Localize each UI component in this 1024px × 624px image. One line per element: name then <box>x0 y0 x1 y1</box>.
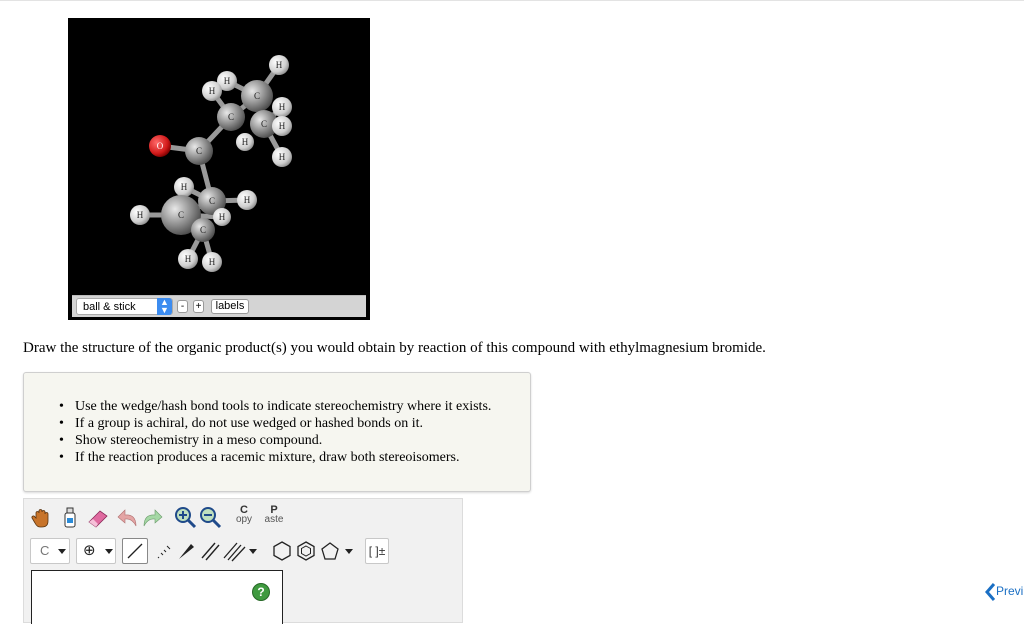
undo-icon <box>117 509 137 527</box>
clear-bottle-icon <box>64 507 76 528</box>
svg-text:O: O <box>157 141 164 151</box>
zoom-out-button[interactable] <box>198 505 222 529</box>
svg-text:H: H <box>185 254 192 264</box>
eraser-button[interactable] <box>86 506 110 530</box>
top-divider <box>0 0 1024 1</box>
previous-link[interactable]: Previ <box>984 582 1023 602</box>
chevron-down-icon <box>58 549 66 554</box>
svg-text:H: H <box>276 60 283 70</box>
hash-bond-icon <box>157 545 171 559</box>
wedge-bond-icon <box>179 544 194 559</box>
svg-text:C: C <box>196 146 202 156</box>
paste-label-bottom: aste <box>264 514 284 525</box>
list-item: Show stereochemistry in a meso compound. <box>59 432 491 449</box>
copy-label-bottom: opy <box>235 514 253 525</box>
triple-bond-icon <box>223 542 246 562</box>
svg-text:C: C <box>261 119 267 129</box>
svg-text:C: C <box>200 225 206 235</box>
cyclohexane-icon <box>273 541 291 561</box>
drawing-canvas[interactable]: ? <box>31 570 283 624</box>
redo-button[interactable] <box>140 506 164 530</box>
svg-text:H: H <box>181 182 188 192</box>
chevron-down-icon <box>105 549 113 554</box>
previous-label: Previ <box>996 584 1024 599</box>
element-selector[interactable]: C <box>30 538 70 564</box>
charge-selector[interactable]: ⊕ <box>76 538 116 564</box>
zoom-out-mini-button[interactable]: - <box>177 300 188 313</box>
benzene-tool[interactable] <box>294 539 318 563</box>
help-button[interactable]: ? <box>252 583 270 601</box>
display-style-value: ball & stick <box>83 301 136 313</box>
copy-button[interactable]: C opy <box>233 505 255 529</box>
viewer-controls: ball & stick ▲ ▼ - + labels <box>72 295 366 317</box>
svg-text:H: H <box>279 152 286 162</box>
chevron-down-icon <box>249 549 257 554</box>
double-bond-icon <box>201 542 220 561</box>
svg-text:H: H <box>209 257 216 267</box>
svg-text:H: H <box>137 210 144 220</box>
clear-all-button[interactable] <box>58 505 82 529</box>
svg-text:H: H <box>244 195 251 205</box>
molecule-viewer[interactable]: O C C C C C C C H H H H H H H H H H H H … <box>68 18 370 320</box>
eraser-icon <box>88 510 108 528</box>
element-label: C <box>40 543 50 558</box>
bracket-tool[interactable]: [ ]± <box>365 538 389 564</box>
chevron-down-icon <box>345 549 353 554</box>
instructions-box: Use the wedge/hash bond tools to indicat… <box>23 372 531 492</box>
molecule-model[interactable]: O C C C C C C C H H H H H H H H H H H H … <box>69 19 369 295</box>
cyclopentane-icon <box>321 542 339 560</box>
paste-button[interactable]: P aste <box>261 505 287 529</box>
hand-tool-button[interactable] <box>30 506 54 530</box>
select-arrows-icon: ▲ ▼ <box>157 298 172 315</box>
double-bond-tool[interactable] <box>198 539 222 563</box>
zoom-in-mini-button[interactable]: + <box>193 300 204 313</box>
redo-icon <box>143 509 163 527</box>
single-bond-icon <box>127 543 143 559</box>
single-bond-tool[interactable] <box>122 538 148 564</box>
wedge-bond-tool[interactable] <box>174 539 198 563</box>
list-item: If a group is achiral, do not use wedged… <box>59 415 491 432</box>
cyclohexane-tool[interactable] <box>270 539 294 563</box>
svg-text:C: C <box>209 196 215 206</box>
svg-text:H: H <box>279 102 286 112</box>
charge-icon: ⊕ <box>83 541 96 559</box>
display-style-select[interactable]: ball & stick ▲ ▼ <box>76 298 173 315</box>
svg-text:C: C <box>254 91 260 101</box>
list-item: If the reaction produces a racemic mixtu… <box>59 449 491 466</box>
chevron-left-icon <box>985 583 996 601</box>
zoom-out-icon <box>200 507 222 529</box>
svg-text:H: H <box>219 212 226 222</box>
question-text: Draw the structure of the organic produc… <box>23 340 766 356</box>
hand-icon <box>31 509 49 528</box>
instructions-list: Use the wedge/hash bond tools to indicat… <box>59 398 491 466</box>
labels-toggle-button[interactable]: labels <box>211 299 249 314</box>
benzene-icon <box>297 541 315 561</box>
hash-bond-tool[interactable] <box>151 539 175 563</box>
svg-text:H: H <box>224 76 231 86</box>
svg-text:C: C <box>178 210 184 220</box>
undo-button[interactable] <box>116 506 140 530</box>
cyclopentane-tool[interactable] <box>318 539 354 563</box>
zoom-in-icon <box>175 507 197 529</box>
svg-text:H: H <box>242 137 249 147</box>
structure-editor: C opy P aste C ⊕ [ ]± ? <box>23 498 463 624</box>
zoom-in-button[interactable] <box>173 505 197 529</box>
svg-text:H: H <box>209 86 216 96</box>
triple-bond-tool[interactable] <box>222 539 258 563</box>
list-item: Use the wedge/hash bond tools to indicat… <box>59 398 491 415</box>
svg-text:H: H <box>279 121 286 131</box>
svg-text:C: C <box>228 112 234 122</box>
